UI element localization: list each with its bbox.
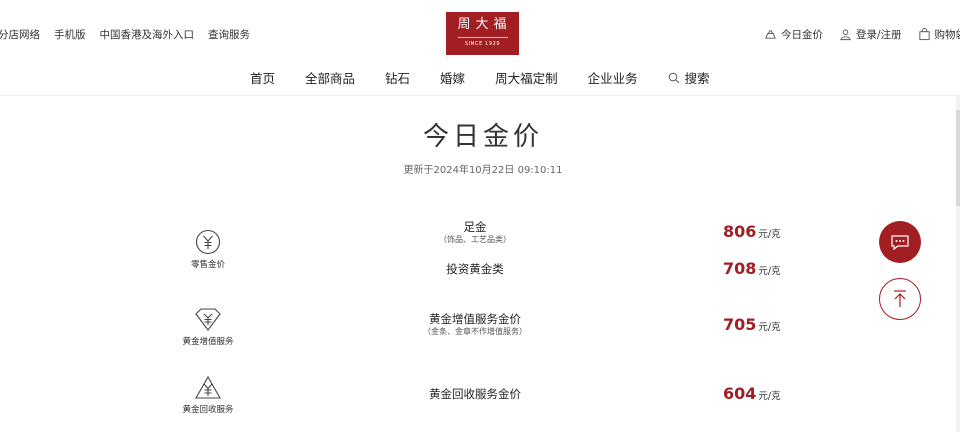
nav-diamond[interactable]: 钻石: [385, 68, 410, 87]
link-shopping-bag-label: 购物袋: [934, 29, 960, 41]
main-nav: 首页 全部商品 钻石 婚嫁 周大福定制 企业业务 搜索: [0, 62, 960, 96]
link-login[interactable]: 登录/注册: [839, 27, 902, 42]
pure-gold-title: 足金: [463, 220, 487, 234]
back-to-top-icon: [894, 290, 906, 307]
price-recycle: 604 元/克: [723, 384, 781, 403]
brand-divider: [457, 37, 508, 38]
shopping-bag-icon: [918, 28, 931, 41]
investment-gold-title: 投资黄金类: [446, 262, 504, 276]
price-value-added: 705 元/克: [723, 315, 781, 334]
price-pure-gold: 806 元/克: [723, 222, 781, 241]
pure-gold-subtitle: （饰品、工艺品类）: [439, 235, 511, 244]
link-shopping-bag[interactable]: 购物袋: [918, 27, 960, 42]
nav-items: 首页 全部商品 钻石 婚嫁 周大福定制 企业业务 搜索: [250, 68, 710, 87]
price-value: 708: [723, 259, 757, 278]
nav-wedding[interactable]: 婚嫁: [440, 68, 465, 87]
link-mobile[interactable]: 手机版: [54, 27, 86, 42]
page-scrollbar[interactable]: [956, 96, 960, 432]
category-retail-label: 零售金价: [190, 260, 225, 270]
nav-enterprise[interactable]: 企业业务: [588, 68, 638, 87]
nav-search[interactable]: 搜索: [668, 68, 710, 87]
price-row-pure-gold-name: 足金 （饰品、工艺品类）: [375, 220, 575, 245]
nav-custom[interactable]: 周大福定制: [495, 68, 558, 87]
nav-home[interactable]: 首页: [250, 68, 275, 87]
brand-since: SINCE 1929: [464, 41, 501, 47]
recycle-yuan-icon: [195, 375, 221, 399]
search-icon: [668, 72, 679, 83]
price-unit: 元/克: [758, 229, 781, 240]
price-value: 705: [723, 315, 757, 334]
page-scrollbar-thumb[interactable]: [956, 110, 960, 206]
link-gold-price[interactable]: 今日金价: [764, 27, 823, 42]
nav-all-products[interactable]: 全部商品: [305, 68, 355, 87]
link-hk-overseas[interactable]: 中国香港及海外入口: [100, 27, 195, 42]
chat-button[interactable]: [879, 221, 921, 263]
page-title: 今日金价: [422, 122, 543, 152]
category-recycle: 黄金回收服务: [163, 375, 253, 415]
category-recycle-label: 黄金回收服务: [182, 405, 234, 415]
updated-time: 更新于2024年10月22日 09:10:11: [403, 165, 563, 176]
top-bar: 分店网络 手机版 中国香港及海外入口 查询服务 周大福 SINCE 1929 今…: [0, 0, 960, 62]
yuan-diamond-icon: [195, 308, 221, 331]
nav-search-label: 搜索: [684, 71, 710, 86]
link-query-service[interactable]: 查询服务: [208, 27, 250, 42]
brand-name: 周大福: [457, 17, 512, 32]
price-investment-gold: 708 元/克: [723, 259, 781, 278]
link-store-network[interactable]: 分店网络: [0, 27, 40, 42]
link-gold-price-label: 今日金价: [780, 29, 823, 41]
gold-ingot-icon: [764, 28, 777, 41]
link-login-label: 登录/注册: [855, 29, 902, 41]
price-unit: 元/克: [758, 266, 781, 277]
top-right-links: 今日金价 登录/注册 购物袋: [764, 27, 960, 42]
back-to-top-button[interactable]: [879, 278, 921, 320]
price-value: 806: [723, 222, 757, 241]
category-retail: 零售金价: [163, 228, 253, 270]
brand-logo[interactable]: 周大福 SINCE 1929: [446, 12, 519, 55]
recycle-title: 黄金回收服务金价: [429, 387, 521, 401]
price-unit: 元/克: [758, 322, 781, 333]
price-row-investment-gold-name: 投资黄金类: [375, 262, 575, 276]
yuan-circle-icon: [195, 229, 221, 255]
chat-icon: [891, 235, 909, 250]
value-added-title: 黄金增值服务金价: [429, 312, 521, 326]
price-row-value-added-name: 黄金增值服务金价 （金条、金章不作增值服务）: [375, 312, 575, 337]
user-icon: [839, 28, 852, 41]
category-value-added-label: 黄金增值服务: [182, 337, 234, 347]
price-row-recycle-name: 黄金回收服务金价: [375, 387, 575, 401]
top-left-links: 分店网络 手机版 中国香港及海外入口 查询服务: [0, 27, 250, 42]
value-added-subtitle: （金条、金章不作增值服务）: [423, 327, 527, 336]
category-value-added: 黄金增值服务: [163, 307, 253, 347]
price-unit: 元/克: [758, 391, 781, 402]
price-value: 604: [723, 384, 757, 403]
